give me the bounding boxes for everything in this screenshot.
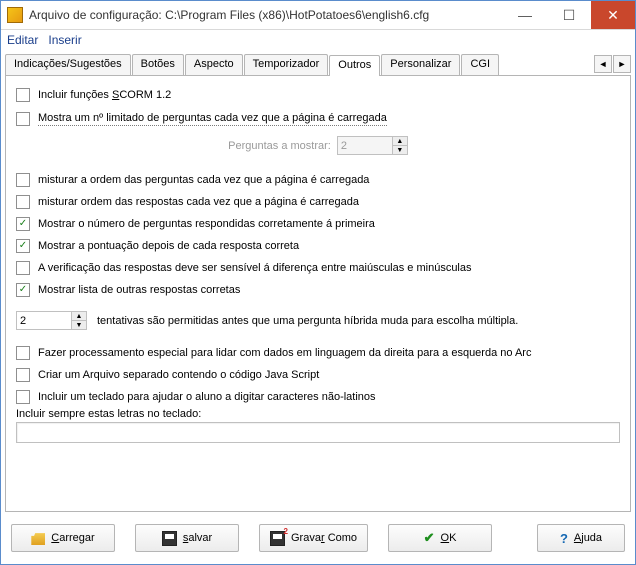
app-icon [7, 7, 23, 23]
help-icon: ? [560, 531, 568, 546]
window-buttons: — ☐ ✕ [503, 1, 635, 29]
label-shuffle-questions: misturar a ordem das perguntas cada vez … [38, 174, 369, 186]
spinner-up-icon[interactable]: ▲ [393, 137, 407, 146]
spinner-attempts-input[interactable] [17, 312, 71, 329]
spinner-arrows: ▲ ▼ [392, 137, 407, 154]
tab-scroll-right-icon[interactable]: ► [613, 55, 631, 73]
spinner-attempts[interactable]: ▲ ▼ [16, 311, 87, 330]
save-button[interactable]: salvar [135, 524, 239, 552]
label-attempts: tentativas são permitidas antes que uma … [97, 315, 518, 327]
label-keyboard: Incluir um teclado para ajudar o aluno a… [38, 391, 376, 403]
tab-other[interactable]: Outros [329, 55, 380, 76]
checkbox-separate-js[interactable] [16, 368, 30, 382]
checkbox-show-correct-count[interactable] [16, 217, 30, 231]
tab-cgi[interactable]: CGI [461, 54, 499, 75]
help-button[interactable]: ? Ajuda [537, 524, 625, 552]
title-bar: Arquivo de configuração: C:\Program File… [1, 1, 635, 30]
spinner-up-icon[interactable]: ▲ [72, 312, 86, 321]
label-show-score: Mostrar a pontuação depois de cada respo… [38, 240, 299, 252]
label-questions-to-show: Perguntas a mostrar: [228, 140, 331, 152]
spinner-questions[interactable]: ▲ ▼ [337, 136, 408, 155]
menu-edit[interactable]: Editar [7, 33, 38, 47]
tab-timer[interactable]: Temporizador [244, 54, 329, 75]
close-button[interactable]: ✕ [591, 1, 635, 29]
label-show-correct-count: Mostrar o número de perguntas respondida… [38, 218, 375, 230]
config-window: Arquivo de configuração: C:\Program File… [0, 0, 636, 565]
checkbox-shuffle-answers[interactable] [16, 195, 30, 209]
tab-scroll-left-icon[interactable]: ◄ [594, 55, 612, 73]
save-as-button[interactable]: Gravar Como [259, 524, 368, 552]
label-show-other-answers: Mostrar lista de outras respostas corret… [38, 284, 240, 296]
label-case-sensitive: A verificação das respostas deve ser sen… [38, 262, 472, 274]
label-limit-questions: Mostra um nº limitado de perguntas cada … [38, 112, 387, 126]
ok-button[interactable]: ✔ OK [388, 524, 492, 552]
button-bar: Carregar salvar Gravar Como ✔ OK ? Ajuda [1, 516, 635, 564]
tab-strip: Indicações/Sugestões Botões Aspecto Temp… [1, 50, 635, 75]
save-icon [162, 531, 177, 546]
menu-bar: Editar Inserir [1, 30, 635, 50]
checkbox-case-sensitive[interactable] [16, 261, 30, 275]
load-button[interactable]: Carregar [11, 524, 115, 552]
save-as-icon [270, 531, 285, 546]
maximize-button[interactable]: ☐ [547, 1, 591, 29]
spinner-down-icon[interactable]: ▼ [72, 321, 86, 329]
tab-hints[interactable]: Indicações/Sugestões [5, 54, 131, 75]
tab-page-other: Incluir funções SCORM 1.2 Mostra um nº l… [5, 75, 631, 512]
tab-scroll: ◄ ► [594, 55, 631, 75]
label-keyboard-letters: Incluir sempre estas letras no teclado: [16, 408, 620, 420]
check-icon: ✔ [424, 530, 435, 546]
label-separate-js: Criar um Arquivo separado contendo o cód… [38, 369, 319, 381]
minimize-button[interactable]: — [503, 1, 547, 29]
checkbox-scorm[interactable] [16, 88, 30, 102]
spinner-questions-input[interactable] [338, 137, 392, 154]
input-keyboard-letters[interactable] [16, 422, 620, 443]
tab-buttons[interactable]: Botões [132, 54, 184, 75]
window-title: Arquivo de configuração: C:\Program File… [29, 8, 503, 22]
checkbox-show-other-answers[interactable] [16, 283, 30, 297]
tab-customize[interactable]: Personalizar [381, 54, 460, 75]
spinner-down-icon[interactable]: ▼ [393, 146, 407, 154]
tab-aspect[interactable]: Aspecto [185, 54, 243, 75]
checkbox-show-score[interactable] [16, 239, 30, 253]
checkbox-rtl[interactable] [16, 346, 30, 360]
label-shuffle-answers: misturar ordem das respostas cada vez qu… [38, 196, 359, 208]
checkbox-limit-questions[interactable] [16, 112, 30, 126]
checkbox-keyboard[interactable] [16, 390, 30, 404]
spinner-attempts-arrows: ▲ ▼ [71, 312, 86, 329]
label-rtl: Fazer processamento especial para lidar … [38, 347, 531, 359]
folder-open-icon [31, 531, 45, 545]
label-scorm: Incluir funções SCORM 1.2 [38, 89, 171, 101]
checkbox-shuffle-questions[interactable] [16, 173, 30, 187]
menu-insert[interactable]: Inserir [48, 33, 81, 47]
